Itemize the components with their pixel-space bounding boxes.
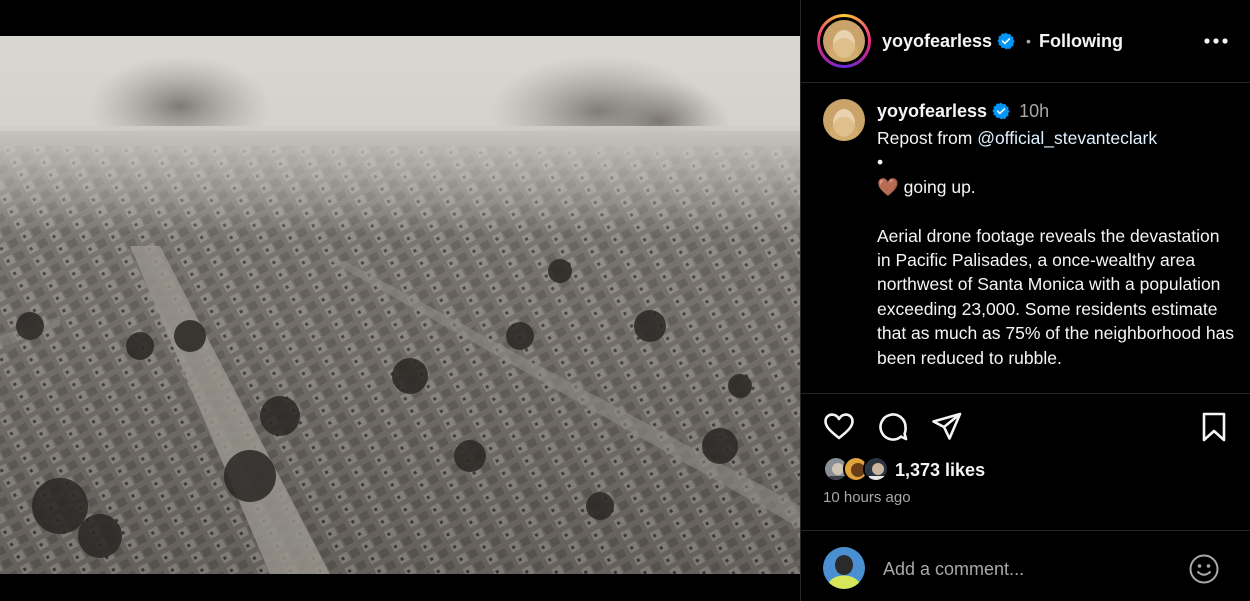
comment-input[interactable]: [883, 557, 1173, 581]
more-horizontal-icon[interactable]: [1203, 36, 1229, 46]
comment-bar: [801, 530, 1250, 601]
save-button[interactable]: [1197, 410, 1231, 444]
caption-author-avatar[interactable]: [823, 99, 865, 141]
media-pane: [0, 0, 800, 601]
section-divider: [801, 393, 1250, 394]
post-photo[interactable]: [0, 36, 800, 574]
caption-text: Repost from @official_stevanteclark • 🤎 …: [877, 128, 1235, 368]
current-user-avatar: [823, 547, 865, 589]
post-time-ago[interactable]: 10 hours ago: [823, 489, 911, 506]
separator-dot: •: [1026, 33, 1031, 49]
verified-badge-icon: [997, 32, 1015, 50]
author-avatar: [823, 20, 865, 62]
author-avatar-story-ring[interactable]: [817, 14, 871, 68]
verified-badge-icon: [992, 102, 1010, 120]
like-button[interactable]: [822, 410, 856, 444]
share-icon: [932, 412, 962, 440]
liker-avatar[interactable]: [863, 456, 889, 482]
emoji-icon[interactable]: [1188, 553, 1220, 585]
caption-section: yoyofearless 10h Repost from @official_s…: [801, 84, 1250, 393]
following-button[interactable]: Following: [1039, 31, 1123, 52]
action-bar: [801, 410, 1250, 450]
comment-icon: [879, 413, 908, 441]
author-username[interactable]: yoyofearless: [882, 31, 1015, 52]
post-details-panel: yoyofearless • Following yoyofearless 10…: [801, 0, 1250, 601]
caption-header: yoyofearless 10h: [877, 101, 1049, 122]
caption-username[interactable]: yoyofearless: [877, 101, 987, 121]
mention-link[interactable]: @official_stevanteclark: [977, 128, 1157, 148]
caption-timestamp[interactable]: 10h: [1019, 101, 1049, 121]
post-header: yoyofearless • Following: [801, 0, 1250, 83]
heart-icon: [824, 413, 854, 440]
likes-count[interactable]: 1,373 likes: [895, 460, 985, 481]
share-button[interactable]: [930, 410, 964, 444]
bookmark-icon: [1202, 412, 1226, 442]
comment-button[interactable]: [876, 410, 910, 444]
